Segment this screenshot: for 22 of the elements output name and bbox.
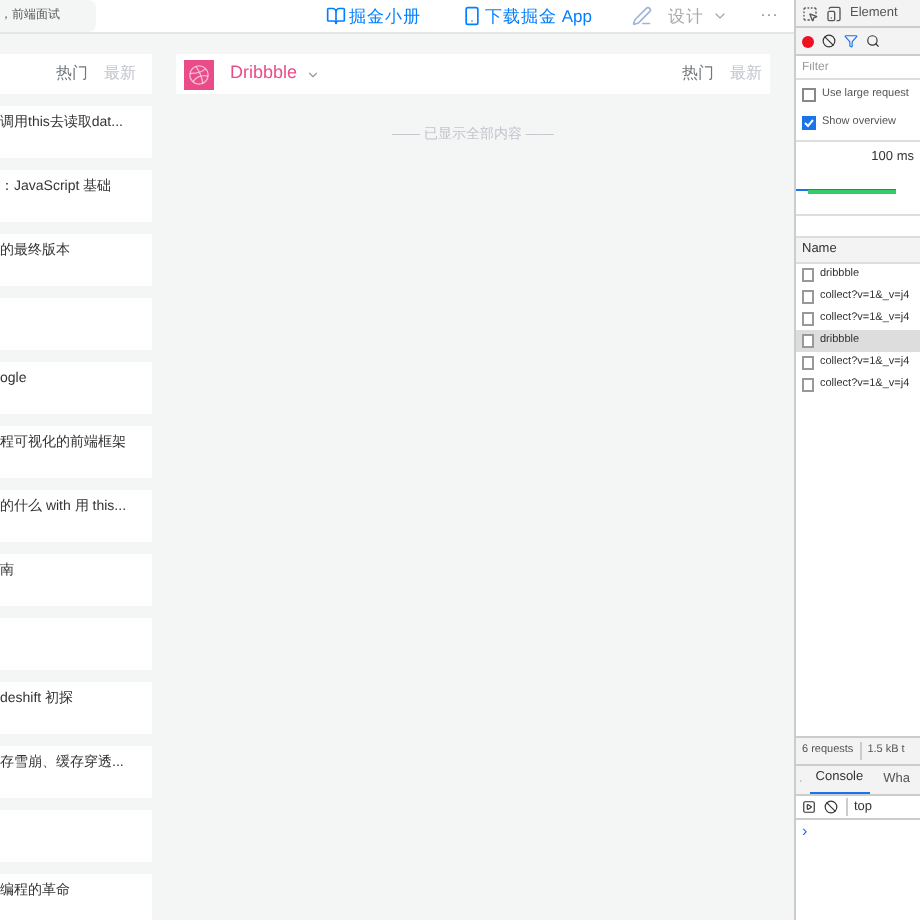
header-link[interactable]: 下载掘金 App [461,3,592,29]
device-icon[interactable] [826,5,842,21]
sidebar-toggle-icon[interactable] [802,800,816,814]
caret-icon [712,8,728,24]
phone-icon [461,6,481,26]
checkbox[interactable] [802,87,816,101]
record-icon[interactable] [802,35,814,47]
console-prompt[interactable]: › [796,820,920,920]
book-icon [325,6,345,26]
dribbble-logo-icon [184,59,214,89]
header-link[interactable]: 掘金小册 [325,3,421,29]
sort-tab[interactable]: 热门 [682,62,714,86]
source-dropdown[interactable]: Dribbble [230,60,320,88]
pen-icon[interactable] [632,6,652,26]
caret-icon [305,67,320,81]
checkbox[interactable] [802,115,816,129]
sort-tab[interactable]: 热门 [56,62,88,86]
search-icon[interactable] [866,34,880,48]
clear-icon[interactable] [822,34,836,48]
filter-icon[interactable] [844,34,858,48]
inspect-icon[interactable] [802,5,818,21]
clear-icon[interactable] [824,800,838,814]
